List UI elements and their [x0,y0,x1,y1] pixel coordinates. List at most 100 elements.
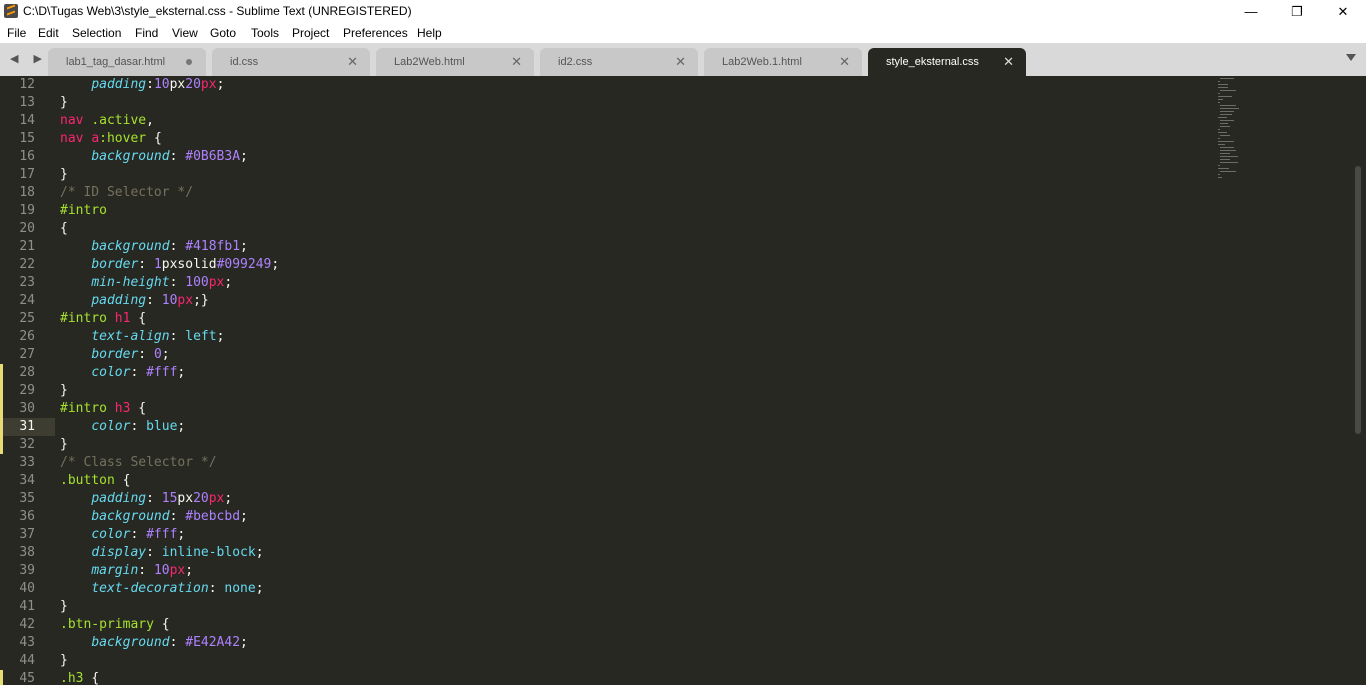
code-line[interactable]: .h3 { [60,670,99,685]
code-token: : [169,509,186,524]
menu-tools[interactable]: Tools [251,26,279,40]
code-token: ; [255,581,264,596]
code-line[interactable]: background: #bebcbd; [60,508,248,526]
tab-close-icon[interactable]: ✕ [347,54,358,70]
tab-label: style_eksternal.css [886,56,979,68]
tab-close-icon[interactable]: ✕ [511,54,522,70]
code-line[interactable]: #intro [60,202,107,220]
code-line[interactable]: background: #0B6B3A; [60,148,248,166]
tab-close-icon[interactable]: ✕ [1003,54,1014,70]
vertical-scrollbar[interactable] [1352,76,1364,685]
tab-style-eksternal-css[interactable]: style_eksternal.css ✕ [868,48,1026,76]
line-number: 29 [19,383,35,398]
tab-nav-arrows-icon[interactable]: ◀ ▶ [10,52,48,65]
code-token: #fff [146,527,178,542]
code-token: ; [177,365,186,380]
tab-label: id2.css [558,56,593,68]
code-token: { [138,401,147,416]
code-line[interactable]: text-align: left; [60,328,224,346]
menu-file[interactable]: File [7,26,26,40]
code-line[interactable]: } [60,598,68,616]
code-line[interactable]: display: inline-block; [60,544,263,562]
tab-label: lab1_tag_dasar.html [66,56,166,68]
code-token: text-align [91,329,170,344]
code-line[interactable]: } [60,166,68,184]
code-editor[interactable]: 12 13 14 15 16 17 18 19 20 21 22 23 24 25 26 27 28 29 30 31… [0,76,1366,685]
code-line[interactable]: } [60,652,68,670]
menu-goto[interactable]: Goto [210,26,236,40]
code-token: : [208,581,225,596]
tab-id-css[interactable]: id.css ✕ [212,48,370,76]
code-line[interactable]: border: 1pxsolid#099249; [60,256,279,274]
code-token: ; [185,563,194,578]
menu-project[interactable]: Project [292,26,329,40]
code-line[interactable]: background: #E42A42; [60,634,248,652]
code-line[interactable]: .button { [60,472,130,490]
code-line[interactable]: #intro h1 { [60,310,146,328]
code-token: margin [91,563,139,578]
tab-list-dropdown-icon[interactable] [1346,54,1356,61]
menu-selection[interactable]: Selection [72,26,121,40]
menu-edit[interactable]: Edit [38,26,59,40]
code-line[interactable]: } [60,436,68,454]
code-line[interactable]: padding:10px20px; [60,76,224,94]
code-token: ; [161,347,170,362]
close-window-button[interactable]: ✕ [1320,0,1366,23]
code-line[interactable]: border: 0; [60,346,170,364]
code-token: ; [216,329,225,344]
code-line[interactable]: min-height: 100px; [60,274,232,292]
menu-view[interactable]: View [172,26,198,40]
code-line[interactable]: } [60,382,68,400]
tab-lab2web-1-html[interactable]: Lab2Web.1.html ✕ [704,48,862,76]
tab-lab1-tag-dasar[interactable]: lab1_tag_dasar.html [48,48,206,76]
code-line[interactable]: color: blue; [60,418,185,436]
unsaved-dot-icon[interactable] [186,59,192,65]
line-number: 43 [19,635,35,650]
code-line[interactable]: padding: 15px20px; [60,490,232,508]
scrollbar-thumb[interactable] [1355,166,1361,434]
code-token: padding [91,77,147,92]
code-line[interactable]: text-decoration: none; [60,580,264,598]
code-line[interactable]: color: #fff; [60,526,185,544]
line-number: 44 [19,653,35,668]
tab-close-icon[interactable]: ✕ [839,54,850,70]
code-line[interactable]: background: #418fb1; [60,238,248,256]
code-token: h1 [114,311,131,326]
code-line[interactable]: /* ID Selector */ [60,184,193,202]
tab-lab2web-html[interactable]: Lab2Web.html ✕ [376,48,534,76]
code-line[interactable]: margin: 10px; [60,562,193,580]
code-token: ; [177,527,186,542]
code-line[interactable]: nav a:hover { [60,130,162,148]
menu-help[interactable]: Help [417,26,442,40]
code-line[interactable]: } [60,94,68,112]
minimap-line [1220,120,1234,121]
minimap[interactable] [1218,76,1258,178]
tab-close-icon[interactable]: ✕ [675,54,686,70]
menu-preferences[interactable]: Preferences [343,26,408,40]
code-line[interactable]: nav .active, [60,112,154,130]
line-number: 30 [19,401,35,416]
line-number: 39 [19,563,35,578]
minimize-button[interactable]: — [1228,0,1274,23]
code-line[interactable]: color: #fff; [60,364,185,382]
menu-find[interactable]: Find [135,26,158,40]
tab-id2-css[interactable]: id2.css ✕ [540,48,698,76]
code-line[interactable]: padding: 10px;} [60,292,208,310]
code-token: { [91,671,100,685]
line-number: 37 [19,527,35,542]
code-token: { [122,473,131,488]
code-line[interactable]: .btn-primary { [60,616,170,634]
line-number: 16 [19,149,35,164]
maximize-button[interactable]: ❐ [1274,0,1320,23]
code-line[interactable]: /* Class Selector */ [60,454,217,472]
code-line[interactable]: #intro h3 { [60,400,146,418]
code-line[interactable]: { [60,220,68,238]
code-token: h3 [114,401,131,416]
line-number: 25 [19,311,35,326]
